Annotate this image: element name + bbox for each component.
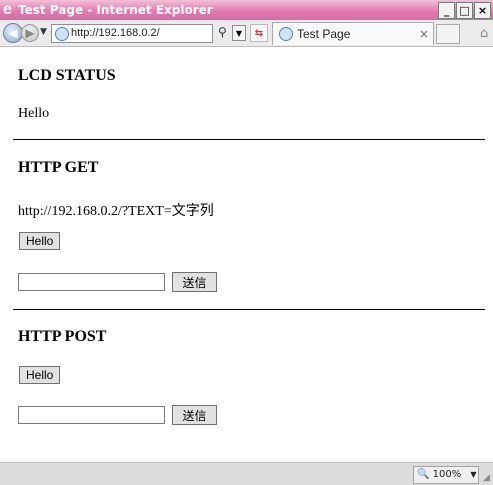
get-hello-button[interactable]: Hello [19,232,61,250]
divider [13,309,485,310]
lcd-status-value: Hello [18,106,50,121]
new-tab-button[interactable] [436,24,460,44]
maximize-button[interactable]: □ [456,2,473,19]
post-text-input[interactable] [18,406,165,424]
resize-grip-icon[interactable]: ◢ [483,473,490,483]
refresh-icon[interactable]: ⇆ [250,24,268,42]
address-bar[interactable]: http://192.168.0.2/ [51,24,213,43]
http-get-heading: HTTP GET [18,159,99,176]
address-dropdown-button[interactable]: ▼ [232,25,246,41]
history-dropdown-icon[interactable]: ▼ [40,27,47,37]
get-example-url: http://192.168.0.2/?TEXT=文字列 [18,204,214,219]
tab-test-page[interactable]: Test Page × [272,22,434,45]
back-arrow-icon: ◀ [8,26,18,40]
tab-title: Test Page [297,27,351,41]
tab-favicon-icon [279,27,293,41]
post-hello-button[interactable]: Hello [19,366,61,384]
status-bar: 🔍 100% ▼ ◢ [0,462,493,485]
forward-arrow-icon: ▶ [25,26,35,40]
address-input[interactable]: http://192.168.0.2/ [71,26,160,40]
page-content: LCD STATUS Hello HTTP GET http://192.168… [0,47,493,462]
title-bar: e Test Page - Internet Explorer _ □ × [0,0,493,20]
search-icon[interactable]: ⚲ [218,25,227,39]
http-post-heading: HTTP POST [18,328,107,345]
post-send-button[interactable]: 送信 [172,405,217,425]
minimize-button[interactable]: _ [438,2,455,19]
zoom-icon: 🔍 [417,469,430,480]
lcd-status-heading: LCD STATUS [18,67,116,84]
forward-button[interactable]: ▶ [21,24,39,42]
navigation-bar: ◀ ▶ ▼ http://192.168.0.2/ ⚲ ▼ ⇆ Test Pag… [0,20,493,47]
divider [13,139,485,140]
window-title: Test Page - Internet Explorer [18,3,213,17]
close-window-button[interactable]: × [474,2,491,19]
get-text-input[interactable] [18,273,165,291]
page-favicon-icon [55,27,69,41]
home-icon[interactable]: ⌂ [480,26,488,41]
zoom-control[interactable]: 🔍 100% ▼ [413,466,479,484]
back-button[interactable]: ◀ [3,23,23,43]
tab-close-icon[interactable]: × [419,26,429,42]
window-controls: _ □ × [438,2,491,19]
get-send-button[interactable]: 送信 [172,272,217,292]
zoom-dropdown-icon: ▼ [470,470,477,479]
zoom-level: 100% [432,469,462,480]
ie-logo-icon: e [3,1,12,18]
